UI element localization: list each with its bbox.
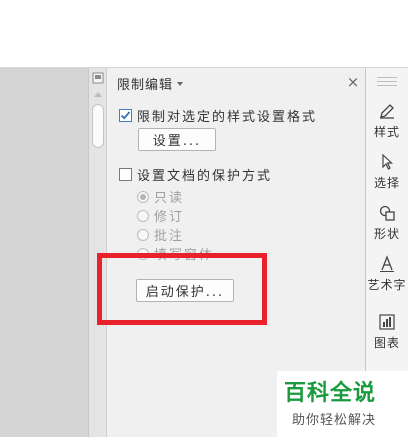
sidebar-item-wordart[interactable]: 艺术字 bbox=[366, 255, 408, 293]
chevron-down-icon bbox=[177, 81, 184, 86]
protection-method-option[interactable]: 设置文档的保护方式 bbox=[119, 165, 272, 184]
sidebar-item-label: 艺术字 bbox=[367, 278, 407, 292]
scroll-thumb[interactable] bbox=[92, 104, 104, 148]
cursor-icon bbox=[382, 153, 394, 170]
format-restriction-label: 限制对选定的样式设置格式 bbox=[137, 110, 318, 125]
sidebar-grip[interactable] bbox=[377, 77, 397, 89]
wordart-icon bbox=[380, 255, 394, 272]
document-background bbox=[0, 68, 88, 437]
radio-label: 修订 bbox=[154, 210, 185, 225]
radio-comments[interactable]: 批注 bbox=[137, 225, 184, 244]
format-restriction-checkbox[interactable] bbox=[119, 109, 132, 122]
shape-icon bbox=[379, 205, 395, 221]
document-top-area bbox=[0, 0, 408, 68]
sidebar-item-label: 选择 bbox=[373, 176, 400, 190]
start-protection-button[interactable]: 启动保护... bbox=[136, 279, 234, 302]
radio-track-changes[interactable]: 修订 bbox=[137, 206, 184, 225]
radio-label: 只读 bbox=[154, 191, 185, 206]
chart-icon bbox=[379, 314, 395, 330]
watermark-logo: 百科全说 助你轻松解决 bbox=[277, 371, 408, 437]
checkmark-icon bbox=[120, 111, 131, 120]
radio-label: 填写窗体 bbox=[154, 248, 215, 263]
radio-button[interactable] bbox=[137, 209, 149, 222]
close-icon[interactable]: × bbox=[345, 74, 361, 90]
panel-title[interactable]: 限制编辑 bbox=[117, 74, 184, 93]
radio-label: 批注 bbox=[154, 229, 185, 244]
sidebar-item-chart[interactable]: 图表 bbox=[366, 313, 408, 351]
sidebar-item-label: 图表 bbox=[373, 336, 400, 350]
protection-method-label: 设置文档的保护方式 bbox=[137, 169, 273, 184]
protection-method-checkbox[interactable] bbox=[119, 168, 132, 181]
watermark-title: 百科全说 bbox=[284, 381, 377, 406]
sidebar-item-select[interactable]: 选择 bbox=[366, 153, 408, 191]
sidebar-item-label: 形状 bbox=[373, 227, 400, 241]
pen-icon bbox=[380, 104, 394, 119]
radio-button[interactable] bbox=[137, 190, 149, 203]
radio-fill-forms[interactable]: 填写窗体 bbox=[137, 244, 214, 263]
sidebar-item-label: 样式 bbox=[373, 125, 400, 139]
format-restriction-option[interactable]: 限制对选定的样式设置格式 bbox=[119, 106, 317, 125]
radio-button[interactable] bbox=[137, 228, 149, 241]
pin-icon[interactable] bbox=[92, 72, 104, 84]
panel-scrollbar[interactable] bbox=[89, 68, 107, 437]
radio-read-only[interactable]: 只读 bbox=[137, 187, 184, 206]
scroll-up-icon[interactable] bbox=[93, 90, 103, 98]
watermark-subtitle: 助你轻松解决 bbox=[292, 413, 377, 428]
sidebar-item-style[interactable]: 样式 bbox=[366, 102, 408, 140]
settings-button[interactable]: 设置... bbox=[138, 128, 216, 151]
sidebar-item-shape[interactable]: 形状 bbox=[366, 204, 408, 242]
radio-button[interactable] bbox=[137, 247, 149, 260]
panel-title-text: 限制编辑 bbox=[117, 78, 174, 93]
